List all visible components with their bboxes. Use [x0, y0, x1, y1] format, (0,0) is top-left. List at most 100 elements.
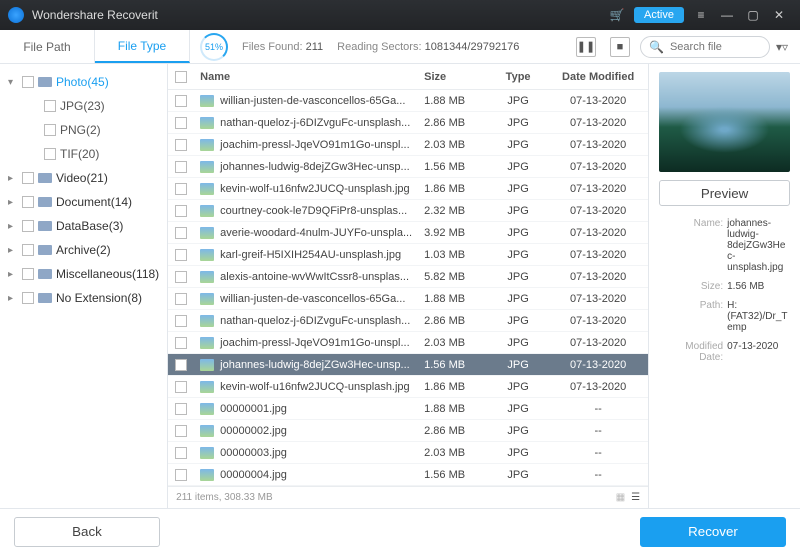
chevron-right-icon: ▸ — [8, 269, 18, 280]
table-row[interactable]: alexis-antoine-wvWwItCssr8-unsplas...5.8… — [168, 266, 648, 288]
row-checkbox[interactable] — [175, 227, 187, 239]
table-row[interactable]: 00000004.jpg1.56 MBJPG-- — [168, 464, 648, 486]
table-row[interactable]: joachim-pressl-JqeVO91m1Go-unspl...2.03 … — [168, 332, 648, 354]
row-checkbox[interactable] — [175, 293, 187, 305]
row-checkbox[interactable] — [175, 205, 187, 217]
checkbox[interactable] — [22, 196, 34, 208]
tab-file-path[interactable]: File Path — [0, 30, 95, 63]
sidebar-item-misc[interactable]: ▸ Miscellaneous(118) — [0, 262, 167, 286]
table-row[interactable]: courtney-cook-le7D9QFiPr8-unsplas...2.32… — [168, 200, 648, 222]
search-input[interactable] — [670, 41, 761, 53]
stop-button[interactable]: ■ — [610, 37, 630, 57]
maximize-icon[interactable]: ▢ — [740, 2, 766, 28]
row-checkbox[interactable] — [175, 95, 187, 107]
row-checkbox[interactable] — [175, 469, 187, 481]
cart-icon[interactable]: 🛒 — [604, 2, 630, 28]
checkbox[interactable] — [22, 172, 34, 184]
table-row[interactable]: nathan-queloz-j-6DIZvguFc-unsplash...2.8… — [168, 112, 648, 134]
row-checkbox[interactable] — [175, 359, 187, 371]
minimize-icon[interactable]: — — [714, 2, 740, 28]
file-thumb-icon — [200, 293, 214, 305]
row-checkbox[interactable] — [175, 161, 187, 173]
tab-file-type[interactable]: File Type — [95, 30, 190, 63]
col-type[interactable]: Type — [488, 71, 548, 83]
checkbox[interactable] — [44, 124, 56, 136]
file-name: courtney-cook-le7D9QFiPr8-unsplas... — [194, 205, 418, 217]
table-row[interactable]: averie-woodard-4nulm-JUYFo-unspla...3.92… — [168, 222, 648, 244]
checkbox[interactable] — [22, 76, 34, 88]
file-type: JPG — [488, 161, 548, 173]
sidebar-item-jpg[interactable]: JPG(23) — [0, 94, 167, 118]
checkbox[interactable] — [44, 148, 56, 160]
table-row[interactable]: kevin-wolf-u16nfw2JUCQ-unsplash.jpg1.86 … — [168, 376, 648, 398]
file-name: kevin-wolf-u16nfw2JUCQ-unsplash.jpg — [194, 183, 418, 195]
table-row[interactable]: nathan-queloz-j-6DIZvguFc-unsplash...2.8… — [168, 310, 648, 332]
file-name: karl-greif-H5IXIH254AU-unsplash.jpg — [194, 249, 418, 261]
pause-button[interactable]: ❚❚ — [576, 37, 596, 57]
sidebar-item-png[interactable]: PNG(2) — [0, 118, 167, 142]
table-row[interactable]: willian-justen-de-vasconcellos-65Ga...1.… — [168, 288, 648, 310]
activate-button[interactable]: Active — [634, 7, 684, 23]
row-checkbox[interactable] — [175, 381, 187, 393]
file-thumb-icon — [200, 359, 214, 371]
file-thumb-icon — [200, 139, 214, 151]
file-type: JPG — [488, 447, 548, 459]
filter-icon[interactable]: ▾▿ — [770, 40, 794, 54]
table-row[interactable]: 00000001.jpg1.88 MBJPG-- — [168, 398, 648, 420]
file-type: JPG — [488, 227, 548, 239]
select-all-checkbox[interactable] — [175, 71, 187, 83]
table-row[interactable]: kevin-wolf-u16nfw2JUCQ-unsplash.jpg1.86 … — [168, 178, 648, 200]
row-checkbox[interactable] — [175, 249, 187, 261]
recover-button[interactable]: Recover — [640, 517, 786, 547]
table-row[interactable]: karl-greif-H5IXIH254AU-unsplash.jpg1.03 … — [168, 244, 648, 266]
file-date: 07-13-2020 — [548, 227, 648, 239]
table-row[interactable]: 00000002.jpg2.86 MBJPG-- — [168, 420, 648, 442]
row-checkbox[interactable] — [175, 139, 187, 151]
row-checkbox[interactable] — [175, 183, 187, 195]
sidebar-item-photo[interactable]: ▾Photo(45) — [0, 70, 167, 94]
sidebar-item-noext[interactable]: ▸No Extension(8) — [0, 286, 167, 310]
checkbox[interactable] — [22, 292, 34, 304]
sidebar-item-video[interactable]: ▸Video(21) — [0, 166, 167, 190]
col-name[interactable]: Name — [194, 71, 418, 83]
table-row[interactable]: willian-justen-de-vasconcellos-65Ga...1.… — [168, 90, 648, 112]
row-checkbox[interactable] — [175, 337, 187, 349]
file-name: joachim-pressl-JqeVO91m1Go-unspl... — [194, 337, 418, 349]
sidebar-item-document[interactable]: ▸Document(14) — [0, 190, 167, 214]
row-checkbox[interactable] — [175, 271, 187, 283]
checkbox[interactable] — [22, 244, 34, 256]
file-type: JPG — [488, 95, 548, 107]
back-button[interactable]: Back — [14, 517, 160, 547]
sidebar-item-archive[interactable]: ▸Archive(2) — [0, 238, 167, 262]
row-checkbox[interactable] — [175, 403, 187, 415]
preview-button[interactable]: Preview — [659, 180, 790, 206]
table-row[interactable]: johannes-ludwig-8dejZGw3Hec-unsp...1.56 … — [168, 156, 648, 178]
checkbox[interactable] — [22, 268, 34, 280]
file-name: johannes-ludwig-8dejZGw3Hec-unsp... — [194, 161, 418, 173]
checkbox[interactable] — [44, 100, 56, 112]
file-type: JPG — [488, 469, 548, 481]
checkbox[interactable] — [22, 220, 34, 232]
file-type: JPG — [488, 183, 548, 195]
grid-view-icon[interactable]: ▦ — [616, 492, 625, 503]
row-checkbox[interactable] — [175, 447, 187, 459]
table-row[interactable]: joachim-pressl-JqeVO91m1Go-unspl...2.03 … — [168, 134, 648, 156]
meta-size-label: Size: — [659, 281, 723, 292]
scan-progress-icon: 51% — [200, 33, 228, 61]
sidebar-item-tif[interactable]: TIF(20) — [0, 142, 167, 166]
sidebar-item-database[interactable]: ▸DataBase(3) — [0, 214, 167, 238]
table-row[interactable]: 00000003.jpg2.03 MBJPG-- — [168, 442, 648, 464]
col-size[interactable]: Size — [418, 71, 488, 83]
app-logo-icon — [8, 7, 24, 23]
close-icon[interactable]: ✕ — [766, 2, 792, 28]
list-view-icon[interactable]: ☰ — [631, 492, 640, 503]
row-checkbox[interactable] — [175, 425, 187, 437]
row-checkbox[interactable] — [175, 117, 187, 129]
search-box[interactable]: 🔍 — [640, 36, 770, 58]
row-checkbox[interactable] — [175, 315, 187, 327]
col-date[interactable]: Date Modified — [548, 71, 648, 83]
table-row[interactable]: johannes-ludwig-8dejZGw3Hec-unsp...1.56 … — [168, 354, 648, 376]
menu-icon[interactable]: ≡ — [688, 2, 714, 28]
sidebar-item-label: Miscellaneous(118) — [56, 267, 159, 281]
file-size: 1.03 MB — [418, 249, 488, 261]
